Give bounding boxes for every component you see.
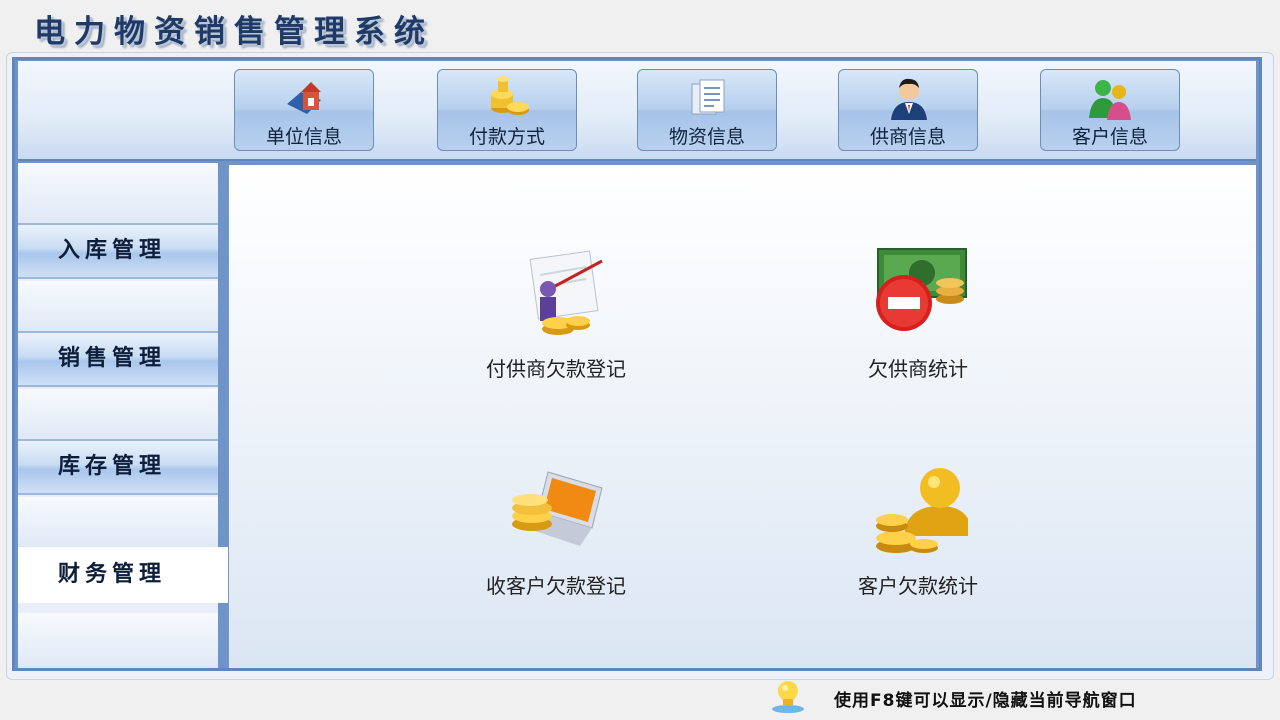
documents-icon	[691, 79, 725, 115]
app-title: 电力物资销售管理系统	[34, 14, 434, 50]
payment-chart-icon	[529, 250, 603, 335]
collect-customer-debt-tile[interactable]: 收客户欠款登记	[446, 462, 666, 622]
customer-debt-stats-tile[interactable]: 客户欠款统计	[808, 462, 1028, 622]
sidebar-spacer	[18, 613, 218, 668]
pay-supplier-debt-tile[interactable]: 付供商欠款登记	[446, 245, 666, 405]
unit-info-label: 单位信息	[265, 126, 342, 148]
payment-method-label: 付款方式	[468, 126, 545, 148]
pay-supplier-debt-label: 付供商欠款登记	[486, 357, 626, 381]
unit-info-button[interactable]: 单位信息	[234, 69, 374, 151]
sidebar-spacer	[18, 281, 218, 331]
sidebar-spacer	[18, 389, 218, 439]
material-info-label: 物资信息	[668, 126, 745, 148]
building-icon	[287, 82, 321, 114]
customer-debt-stats-label: 客户欠款统计	[858, 574, 978, 598]
coins-icon	[491, 76, 529, 115]
sidebar-item-inventory[interactable]: 库存管理	[18, 439, 218, 495]
supplier-info-label: 供商信息	[869, 126, 946, 148]
sidebar-spacer	[18, 163, 218, 223]
supplier-debt-stats-tile[interactable]: 欠供商统计	[808, 245, 1028, 405]
payment-method-button[interactable]: 付款方式	[437, 69, 577, 151]
sidebar-item-inbound[interactable]: 入库管理	[18, 223, 218, 279]
money-minus-icon	[876, 248, 967, 331]
status-hint: 使用F8键可以显示/隐藏当前导航窗口	[834, 691, 1137, 711]
customer-info-button[interactable]: 客户信息	[1040, 69, 1180, 151]
sidebar-item-sales[interactable]: 销售管理	[18, 331, 218, 387]
content-area	[228, 165, 1256, 668]
supplier-person-icon	[891, 78, 927, 120]
gold-person-icon	[876, 468, 968, 553]
sidebar-item-finance[interactable]: 财务管理	[18, 547, 230, 603]
lightbulb-icon	[772, 681, 804, 713]
collect-customer-debt-label: 收客户欠款登记	[486, 574, 626, 598]
supplier-debt-stats-label: 欠供商统计	[868, 357, 968, 381]
material-info-button[interactable]: 物资信息	[637, 69, 777, 151]
customers-icon	[1089, 80, 1131, 120]
laptop-coins-icon	[512, 471, 603, 546]
sidebar-spacer	[18, 497, 218, 547]
supplier-info-button[interactable]: 供商信息	[838, 69, 978, 151]
customer-info-label: 客户信息	[1071, 126, 1148, 148]
